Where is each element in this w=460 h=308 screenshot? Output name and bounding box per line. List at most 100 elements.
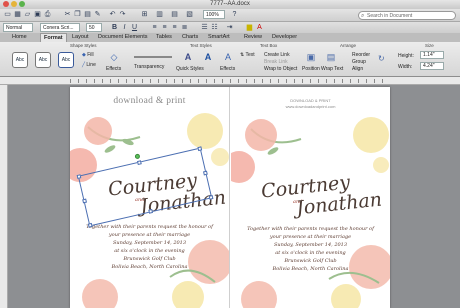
undo-icon[interactable]: ↶ <box>108 10 117 19</box>
text-direction-button[interactable]: ⇅ Text <box>240 52 255 58</box>
fill-label: Fill <box>87 52 94 58</box>
line-button[interactable]: ╱ Line <box>82 62 96 68</box>
wrap-text-label: Wrap Text <box>321 66 344 72</box>
shape-styles-group-label: Shape Styles <box>70 43 97 48</box>
position-icon[interactable]: ▣ <box>303 51 319 64</box>
ruler-ticks <box>70 79 390 83</box>
shape-effects-icon[interactable]: ◇ <box>106 51 122 64</box>
align-right-icon[interactable]: ≡ <box>170 23 179 32</box>
invitation-card-right: DOWNLOAD & PRINT www.downloadandprint.co… <box>231 87 390 308</box>
create-link-button[interactable]: Create Link <box>264 52 290 58</box>
tab-tables[interactable]: Tables <box>156 33 172 42</box>
indent-icon[interactable]: ⇥ <box>225 23 234 32</box>
sidebar-icon[interactable]: ▤ <box>170 10 179 19</box>
align-center-icon[interactable]: ≡ <box>160 23 169 32</box>
tab-smartart[interactable]: SmartArt <box>208 33 230 42</box>
fill-button[interactable]: ◆ Fill <box>82 52 94 58</box>
text-effects-label: Effects <box>220 66 236 72</box>
shape-effects-label: Effects <box>106 66 122 72</box>
open-icon[interactable]: ▱ <box>23 10 32 19</box>
font-size-select[interactable]: 50 <box>86 23 102 32</box>
underline-icon[interactable]: U <box>130 23 139 32</box>
transparency-label: Transparency <box>134 64 165 70</box>
rotate-icon[interactable]: ↻ <box>378 54 385 63</box>
media-icon[interactable]: ▧ <box>185 10 194 19</box>
text-direction-label: Text <box>245 52 255 58</box>
bold-icon[interactable]: B <box>110 23 119 32</box>
resize-handle-w[interactable] <box>82 198 87 204</box>
templates-icon[interactable]: ▦ <box>13 10 22 19</box>
width-label: Width: <box>398 64 413 70</box>
tab-home[interactable]: Home <box>12 33 27 42</box>
width-input[interactable]: 4.24" <box>420 62 444 70</box>
resize-handle-e[interactable] <box>203 170 208 176</box>
zoom-select[interactable]: 100% <box>203 10 225 19</box>
text-box-group-label: Text Box <box>260 43 278 48</box>
copy-icon[interactable]: ❐ <box>73 10 82 19</box>
quick-styles-icon[interactable]: A <box>180 51 196 64</box>
invitation-card-left: download & print Courtney and Jonathan T… <box>70 87 229 308</box>
wrap-to-object-button[interactable]: Wrap to Object <box>264 66 297 72</box>
redo-icon[interactable]: ↷ <box>118 10 127 19</box>
transparency-slider[interactable] <box>134 56 172 58</box>
invite-line-5: Brunswick Golf Club <box>123 256 176 262</box>
shape-style-3-button[interactable]: Abc <box>58 52 74 68</box>
vertical-ruler[interactable] <box>0 85 8 308</box>
card-divider <box>229 87 230 308</box>
group-button[interactable]: Group <box>352 59 366 65</box>
position-label: Position <box>302 66 320 72</box>
resize-handle-ne[interactable] <box>197 146 203 152</box>
italic-icon[interactable]: I <box>120 23 129 32</box>
align-left-icon[interactable]: ≡ <box>150 23 159 32</box>
invite-line-5: Brunswick Golf Club <box>284 258 337 264</box>
format-painter-icon[interactable]: ✎ <box>93 10 102 19</box>
search-icon: ⌕ <box>361 13 365 19</box>
align-button[interactable]: Align <box>352 66 363 72</box>
help-icon[interactable]: ? <box>230 10 239 19</box>
search-input[interactable]: ⌕ Search in Document <box>358 11 456 20</box>
shape-style-1-button[interactable]: Abc <box>12 52 28 68</box>
tab-charts[interactable]: Charts <box>182 33 198 42</box>
text-effects-icon[interactable]: A <box>220 51 236 64</box>
tab-layout[interactable]: Layout <box>72 33 89 42</box>
new-document-icon[interactable]: ▭ <box>3 10 12 19</box>
highlight-icon[interactable]: ▆ <box>245 23 254 32</box>
save-icon[interactable]: ▣ <box>33 10 42 19</box>
resize-handle-nw[interactable] <box>76 174 82 179</box>
size-group-label: Size <box>425 43 434 48</box>
invite-line-2: your presence at their marriage <box>269 234 352 240</box>
window-title: 7777--AA.docx <box>210 1 250 7</box>
shape-style-2-button[interactable]: Abc <box>35 52 51 68</box>
bullets-icon[interactable]: ☰ <box>200 23 209 32</box>
invite-line-1: Together with their parents request the … <box>247 226 374 232</box>
reorder-button[interactable]: Reorder <box>352 52 370 58</box>
tab-document-elements[interactable]: Document Elements <box>98 33 148 42</box>
text-fill-icon[interactable]: A <box>200 51 216 64</box>
resize-handle-se[interactable] <box>208 195 214 200</box>
table-icon[interactable]: ⊞ <box>140 10 149 19</box>
resize-handle-n[interactable] <box>136 160 142 166</box>
font-color-icon[interactable]: A <box>255 23 264 32</box>
cut-icon[interactable]: ✂ <box>63 10 72 19</box>
ribbon-panel: Shape Styles Text Styles Text Box Arrang… <box>0 42 460 77</box>
font-select[interactable]: Conera Scri... <box>40 23 80 32</box>
justify-icon[interactable]: ≣ <box>180 23 189 32</box>
invite-line-3: Sunday, September 14, 2013 <box>273 242 348 248</box>
line-icon: ╱ <box>82 62 86 68</box>
columns-icon[interactable]: ▥ <box>155 10 164 19</box>
tab-developer[interactable]: Developer <box>272 33 297 42</box>
height-label: Height: <box>398 53 414 59</box>
invite-line-2: your presence at their marriage <box>108 232 191 238</box>
tab-review[interactable]: Review <box>244 33 262 42</box>
line-label: Line <box>86 62 96 68</box>
document-page[interactable]: download & print Courtney and Jonathan T… <box>70 87 390 308</box>
wrap-text-icon[interactable]: ▤ <box>323 51 339 64</box>
invite-line-6: Bolivia Beach, North Carolina <box>111 264 188 270</box>
break-link-button[interactable]: Break Link <box>264 59 288 65</box>
print-icon[interactable]: ⎙ <box>43 10 52 19</box>
numbering-icon[interactable]: ☷ <box>210 23 219 32</box>
paste-icon[interactable]: ▤ <box>83 10 92 19</box>
style-select[interactable]: Normal <box>3 23 33 32</box>
height-input[interactable]: 1.14" <box>420 51 444 59</box>
horizontal-ruler[interactable] <box>0 77 460 85</box>
